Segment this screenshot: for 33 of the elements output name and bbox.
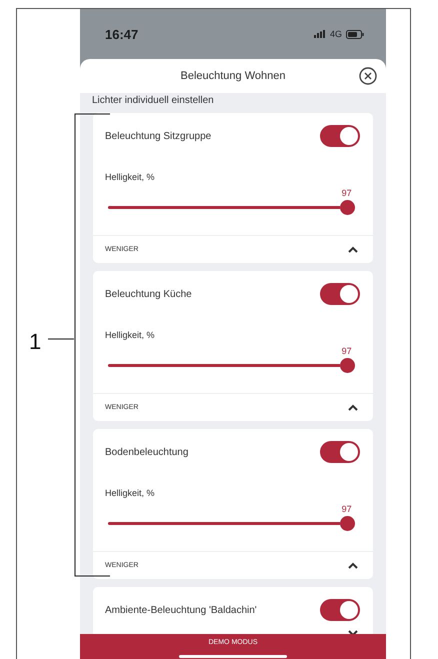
slider-value: 97 (342, 346, 352, 358)
chevron-up-icon (348, 404, 358, 411)
light-name: Ambiente-Beleuchtung 'Baldachin' (105, 604, 257, 616)
status-time: 16:47 (105, 26, 138, 42)
toggle-switch[interactable] (320, 599, 360, 621)
slider-value: 97 (342, 504, 352, 516)
brightness-slider[interactable] (108, 516, 354, 531)
slider-thumb[interactable] (340, 200, 355, 215)
section-label: Lichter individuell einstellen (92, 94, 215, 106)
close-icon[interactable] (359, 67, 377, 85)
light-name: Beleuchtung Küche (105, 288, 192, 300)
battery-icon (346, 30, 364, 38)
callout-number: 1 (29, 329, 42, 355)
chevron-up-icon (348, 246, 358, 253)
chevron-up-icon (348, 562, 358, 569)
toggle-switch[interactable] (320, 441, 360, 463)
slider-value: 97 (342, 188, 352, 200)
toggle-switch[interactable] (320, 125, 360, 147)
signal-icon (314, 30, 326, 38)
sheet-title: Beleuchtung Wohnen (180, 70, 286, 82)
network-type: 4G (330, 29, 342, 39)
brightness-slider[interactable] (108, 358, 354, 373)
toggle-switch[interactable] (320, 283, 360, 305)
chevron-down-icon[interactable] (348, 630, 358, 637)
brightness-label: Helligkeit, % (104, 171, 156, 182)
slider-thumb[interactable] (340, 516, 355, 531)
light-name: Beleuchtung Sitzgruppe (105, 130, 212, 142)
brightness-label: Helligkeit, % (104, 329, 156, 340)
light-name: Bodenbeleuchtung (105, 446, 188, 458)
slider-thumb[interactable] (340, 358, 355, 373)
brightness-slider[interactable] (108, 200, 354, 215)
leader-line (48, 338, 74, 340)
brightness-label: Helligkeit, % (104, 487, 156, 498)
